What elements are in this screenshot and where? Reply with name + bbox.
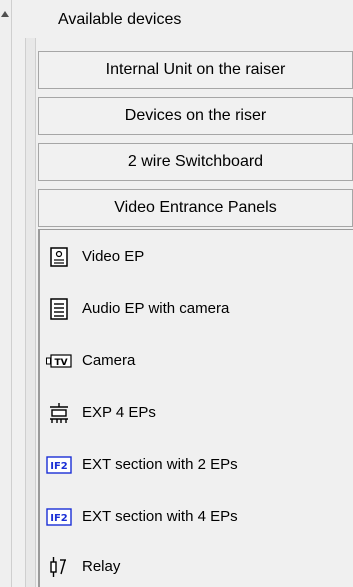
device-label: Audio EP with camera [82,300,230,317]
device-label: Relay [82,558,121,575]
camera-icon-text: TV [54,358,67,368]
device-item-ext-section-2-eps[interactable]: IF2 EXT section with 2 EPs [46,450,238,480]
vertical-scrollbar[interactable] [0,0,12,587]
device-label: EXP 4 EPs [82,404,156,421]
device-label: Camera [82,352,136,369]
relay-icon [46,555,72,579]
group-video-entrance-panels[interactable]: Video Entrance Panels [38,189,353,227]
device-item-audio-ep-with-camera[interactable]: Audio EP with camera [46,294,229,324]
video-ep-icon [46,245,72,269]
group-devices-on-riser[interactable]: Devices on the riser [38,97,353,135]
if2-icon: IF2 [46,505,72,529]
device-label: Video EP [82,248,145,265]
device-label: EXT section with 4 EPs [82,508,238,525]
inner-scroll-bar [25,38,36,587]
device-item-relay[interactable]: Relay [46,552,120,582]
device-item-exp-4-eps[interactable]: EXP 4 EPs [46,398,156,428]
if2-icon-text: IF2 [50,513,68,524]
left-frame [12,0,38,587]
expander-icon [46,401,72,425]
section-title: Available devices [58,11,182,28]
device-item-ext-section-4-eps[interactable]: IF2 EXT section with 4 EPs [46,502,238,532]
device-item-video-ep[interactable]: Video EP [46,242,144,272]
audio-ep-icon [46,297,72,321]
if2-icon-text: IF2 [50,461,68,472]
device-label: EXT section with 2 EPs [82,456,238,473]
camera-icon: TV [46,349,72,373]
group-2-wire-switchboard[interactable]: 2 wire Switchboard [38,143,353,181]
scroll-up-arrow-icon[interactable] [1,11,9,17]
if2-icon: IF2 [46,453,72,477]
device-item-camera[interactable]: TV Camera [46,346,135,376]
group-internal-unit[interactable]: Internal Unit on the raiser [38,51,353,89]
